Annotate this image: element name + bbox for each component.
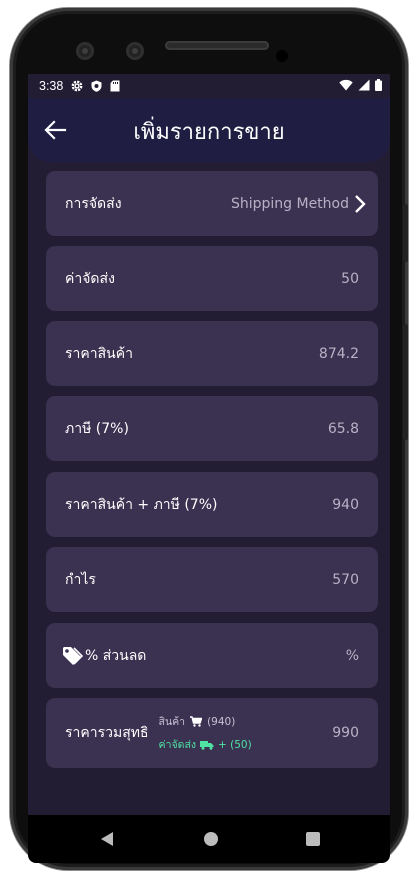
discount-value[interactable]: %: [346, 648, 359, 664]
shipping-method-label: การจัดส่ง: [65, 195, 122, 212]
cart-icon: [190, 716, 203, 727]
shipping-cost-row[interactable]: ค่าจัดส่ง 50: [46, 246, 378, 311]
status-bar: 3:38: [28, 74, 390, 98]
status-time: 3:38: [39, 79, 64, 93]
price-plus-tax-row[interactable]: ราคาสินค้า + ภาษี (7%) 940: [46, 472, 378, 537]
wifi-icon: [339, 79, 353, 91]
battery-icon: [375, 79, 382, 91]
cell-signal-icon: [358, 79, 370, 91]
nav-recents-icon[interactable]: [306, 832, 320, 846]
screen: 3:38 เพิ่มรายการขาย การจัดส่ง Shipping M…: [28, 74, 390, 815]
power-button[interactable]: [403, 204, 408, 262]
nav-home-icon[interactable]: [204, 832, 218, 846]
product-price-label: ราคาสินค้า: [65, 345, 133, 362]
total-product-line: สินค้า (940): [159, 713, 252, 730]
app-bar: เพิ่มรายการขาย: [28, 98, 390, 162]
nav-back-icon[interactable]: [100, 831, 114, 847]
tax-label: ภาษี (7%): [65, 420, 129, 437]
system-nav-bar: [28, 815, 390, 863]
total-product-value: (940): [207, 715, 236, 728]
discount-label: % ส่วนลด: [85, 647, 147, 664]
product-price-row[interactable]: ราคาสินค้า 874.2: [46, 321, 378, 386]
gear-icon: [71, 80, 83, 92]
price-plus-tax-value: 940: [332, 496, 359, 513]
front-camera: [76, 42, 94, 60]
volume-button[interactable]: [403, 324, 408, 440]
net-total-row: ราคารวมสุทธิ สินค้า (940) ค่าจัดส่ง + (5…: [46, 698, 378, 768]
total-shipping-value: + (50): [217, 738, 252, 751]
net-total-value: 990: [332, 725, 359, 741]
discount-row[interactable]: % ส่วนลด %: [46, 623, 378, 688]
tag-icon: [63, 646, 83, 665]
total-product-label: สินค้า: [158, 716, 186, 728]
front-sensor: [126, 42, 144, 60]
price-plus-tax-label: ราคาสินค้า + ภาษี (7%): [65, 496, 218, 513]
chevron-right-icon: [355, 194, 366, 213]
profit-row[interactable]: กำไร 570: [46, 547, 378, 612]
tax-value: 65.8: [327, 420, 359, 437]
total-breakdown: สินค้า (940) ค่าจัดส่ง + (50): [159, 713, 252, 753]
shipping-method-value: Shipping Method: [230, 195, 349, 212]
product-price-value: 874.2: [318, 345, 359, 362]
tax-row[interactable]: ภาษี (7%) 65.8: [46, 396, 378, 461]
profit-value: 570: [332, 571, 359, 588]
shield-icon: [91, 80, 102, 92]
truck-icon: [199, 740, 214, 750]
shipping-cost-value: 50: [341, 270, 359, 287]
top-speaker: [165, 41, 269, 50]
sd-card-icon: [110, 80, 120, 92]
page-title: เพิ่มรายการขาย: [133, 120, 285, 145]
profit-label: กำไร: [65, 571, 96, 588]
total-shipping-line: ค่าจัดส่ง + (50): [159, 736, 252, 753]
total-shipping-label: ค่าจัดส่ง: [158, 739, 196, 751]
net-total-label: ราคารวมสุทธิ: [65, 725, 149, 741]
shipping-cost-label: ค่าจัดส่ง: [65, 270, 115, 287]
shipping-method-row[interactable]: การจัดส่ง Shipping Method: [46, 171, 378, 236]
proximity-sensor: [276, 50, 288, 62]
